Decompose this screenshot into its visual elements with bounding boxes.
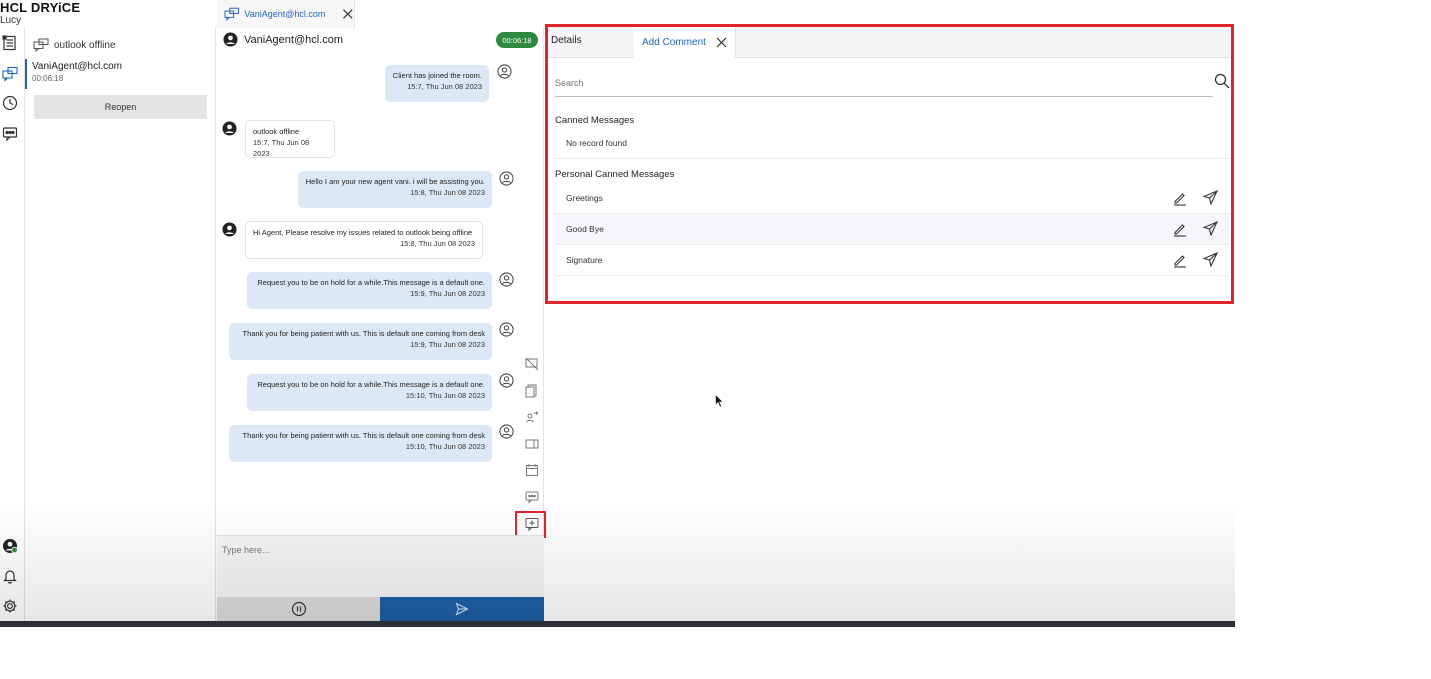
transfer-agent-icon[interactable] (525, 410, 539, 424)
customer-avatar-icon (222, 121, 237, 136)
message-bubble: outlook offline 15:7, Thu Jun 08 2023 (245, 120, 335, 158)
tab-chat[interactable]: VaniAgent@hcl.com (217, 0, 355, 28)
app-window: HCL DRYiCE Lucy outlook offline VaniAgen… (0, 0, 1235, 627)
gear-icon[interactable] (0, 596, 20, 616)
message-text: Request you to be on hold for a while.Th… (257, 278, 485, 287)
chat-header: VaniAgent@hcl.com (223, 32, 343, 47)
conversation-name: VaniAgent@hcl.com (32, 61, 123, 72)
canned-item[interactable]: Good Bye (555, 214, 1229, 245)
hold-button[interactable] (217, 597, 380, 621)
message-bubble: Hello I am your new agent vani. i will b… (298, 171, 492, 208)
no-record-text: No record found (566, 138, 627, 148)
brand-name: HCL DRYiCE (0, 0, 81, 15)
user-status-icon[interactable] (0, 536, 20, 556)
left-rail (0, 28, 25, 627)
edit-icon[interactable] (1172, 221, 1188, 237)
conversation-item[interactable]: VaniAgent@hcl.com 00:06:18 (25, 59, 215, 89)
canned-empty-row: No record found (555, 128, 1229, 159)
transcript-icon[interactable] (525, 384, 539, 398)
message-text: Thank you for being patient with us. Thi… (242, 329, 486, 338)
send-icon[interactable] (1203, 190, 1218, 205)
message-time: 15:7, Thu Jun 08 2023 (253, 138, 310, 158)
search-icon[interactable] (1214, 73, 1230, 89)
canned-messages-title: Canned Messages (555, 115, 635, 126)
message-bubble: Client has joined the room. 15:7, Thu Ju… (385, 65, 489, 102)
tab-details[interactable]: Details (551, 35, 582, 46)
message-text: Hi Agent, Please resolve my issues relat… (253, 228, 473, 237)
close-icon[interactable] (716, 37, 727, 48)
message-input[interactable] (222, 542, 522, 558)
avatar (223, 32, 238, 47)
canned-item-label: Greetings (566, 193, 603, 203)
tab-add-comment-label: Add Comment (642, 37, 706, 48)
canned-item[interactable]: Signature (555, 245, 1229, 276)
message-bubble: Request you to be on hold for a while.Th… (247, 374, 492, 411)
message-bubble: Thank you for being patient with us. Thi… (229, 425, 492, 462)
chat-agent-name: VaniAgent@hcl.com (244, 33, 344, 46)
agent-avatar-icon (499, 373, 514, 388)
send-button[interactable] (380, 597, 544, 621)
agent-avatar-icon (497, 64, 512, 79)
compose-area (217, 535, 544, 597)
conversation-group-title: outlook offline (54, 39, 116, 51)
canned-item-label: Good Bye (566, 224, 604, 234)
message-bubble: Hi Agent, Please resolve my issues relat… (245, 221, 483, 259)
details-panel: Details Add Comment Canned Messages No r… (545, 24, 1234, 304)
bell-icon[interactable] (0, 566, 20, 586)
message-time: 15:10, Thu Jun 08 2023 (405, 391, 485, 400)
send-icon[interactable] (1203, 252, 1218, 267)
message-time: 15:9, Thu Jun 08 2023 (410, 289, 485, 298)
canned-messages-icon[interactable] (0, 124, 20, 144)
tab-add-comment[interactable]: Add Comment (634, 27, 736, 58)
message-time: 15:10, Thu Jun 08 2023 (405, 442, 485, 451)
canned-item[interactable]: Greetings (555, 183, 1229, 214)
conversation-group-header: outlook offline (33, 38, 116, 52)
tab-chat-label: VaniAgent@hcl.com (244, 9, 326, 19)
message-time: 15:8, Thu Jun 08 2023 (410, 188, 485, 197)
close-icon[interactable] (342, 8, 354, 20)
history-icon[interactable] (0, 93, 20, 113)
video-icon[interactable] (525, 437, 539, 451)
pause-icon (291, 601, 306, 617)
message-time: 15:8, Thu Jun 08 2023 (400, 239, 475, 248)
calendar-icon[interactable] (525, 463, 539, 477)
add-comment-highlight (515, 511, 546, 538)
customer-avatar-icon (222, 222, 237, 237)
conversation-duration: 00:06:18 (32, 74, 64, 83)
message-text: Request you to be on hold for a while.Th… (257, 380, 485, 389)
send-icon (455, 602, 469, 616)
search-input[interactable] (555, 76, 1155, 90)
conversation-list: outlook offline VaniAgent@hcl.com 00:06:… (25, 28, 216, 627)
edit-icon[interactable] (1172, 252, 1188, 268)
bottom-bar (0, 621, 1235, 627)
message-text: Hello I am your new agent vani. i will b… (305, 177, 485, 186)
message-text: Thank you for being patient with us. Thi… (242, 431, 486, 440)
chat-bubble-icon[interactable] (525, 490, 539, 504)
message-text: Client has joined the room. (392, 71, 482, 80)
agent-avatar-icon (499, 322, 514, 337)
message-bubble: Request you to be on hold for a while.Th… (247, 272, 492, 309)
end-chat-icon[interactable] (525, 357, 539, 371)
chat-timer: 00:06:18 (496, 32, 538, 48)
message-time: 15:7, Thu Jun 08 2023 (407, 82, 482, 91)
message-bubble: Thank you for being patient with us. Thi… (229, 323, 492, 360)
message-text: outlook offline (253, 127, 300, 136)
brand-product: Lucy (0, 15, 22, 26)
canned-item-label: Signature (566, 255, 603, 265)
personal-canned-title: Personal Canned Messages (555, 169, 675, 180)
edit-icon[interactable] (1172, 190, 1188, 206)
reopen-button[interactable]: Reopen (34, 95, 207, 119)
brand: HCL DRYiCE Lucy (0, 0, 90, 27)
chat-icon[interactable] (0, 64, 20, 84)
search-field (555, 70, 1213, 97)
message-time: 15:9, Thu Jun 08 2023 (410, 340, 485, 349)
dashboard-icon[interactable] (0, 33, 20, 53)
agent-avatar-icon (499, 171, 514, 186)
panel-tabs: Details Add Comment (548, 27, 1231, 58)
agent-avatar-icon (499, 424, 514, 439)
send-icon[interactable] (1203, 221, 1218, 236)
agent-avatar-icon (499, 272, 514, 287)
mouse-cursor-icon (715, 394, 724, 408)
